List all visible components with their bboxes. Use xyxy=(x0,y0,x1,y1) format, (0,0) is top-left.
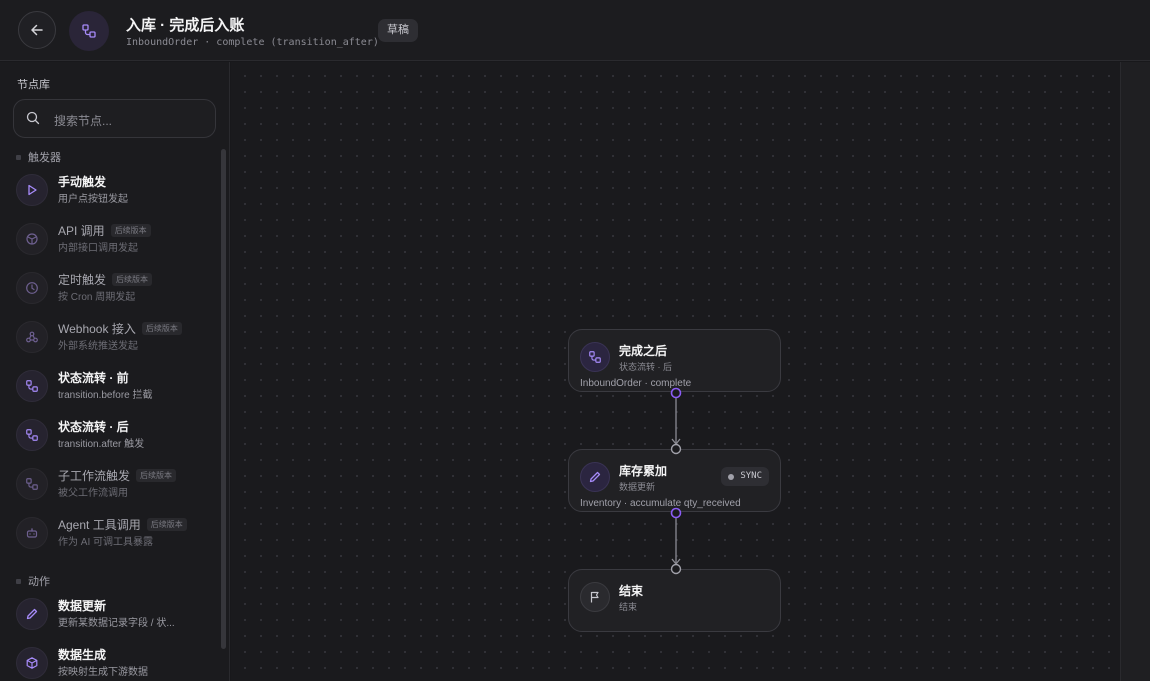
sidebar-scrollbar[interactable] xyxy=(221,149,226,649)
flag-icon xyxy=(580,582,610,612)
search-icon xyxy=(26,111,40,125)
sidebar-item-manual-trigger[interactable]: 手动触发 用户点按钮发起 xyxy=(16,170,216,210)
sidebar-item-transition-after[interactable]: 状态流转 · 后 transition.after 触发 xyxy=(16,415,216,455)
sync-badge: SYNC xyxy=(721,467,769,486)
status-badge: 草稿 xyxy=(378,19,418,42)
play-icon xyxy=(16,174,48,206)
later-version-tag: 后续版本 xyxy=(110,224,151,237)
sidebar-item-desc: 按 Cron 周期发起 xyxy=(58,292,136,303)
node-after-complete[interactable]: 完成之后 状态流转 · 后 InboundOrder · complete xyxy=(568,329,781,392)
node-title: 完成之后 xyxy=(619,344,668,358)
box-icon xyxy=(16,647,48,679)
search-placeholder: 搜索节点... xyxy=(54,114,113,128)
sidebar-item-label: 数据生成 xyxy=(58,648,107,662)
sidebar-item-label: 子工作流触发 后续版本 xyxy=(58,467,177,484)
node-title: 结束 xyxy=(619,584,644,598)
clock-icon xyxy=(16,272,48,304)
sidebar-item-label: 定时触发 后续版本 xyxy=(58,271,153,288)
page-title: 入库 · 完成后入账 xyxy=(126,17,245,34)
sidebar-item-data-update[interactable]: 数据更新 更新某数据记录字段 / 状... xyxy=(16,594,216,634)
node-end[interactable]: 结束 结束 xyxy=(568,569,781,632)
later-version-tag: 后续版本 xyxy=(146,518,187,531)
section-actions: 动作 xyxy=(16,573,50,589)
workflow-icon xyxy=(69,11,109,51)
sidebar-item-desc: 作为 AI 可调工具暴露 xyxy=(58,537,154,548)
sidebar-item-label: 状态流转 · 后 xyxy=(58,420,129,434)
webhook-icon xyxy=(16,321,48,353)
later-version-tag: 后续版本 xyxy=(141,322,182,335)
node-library-sidebar: 节点库 搜索节点... 触发器 手动触发 用户点按钮发起 API 调用 后续版本 … xyxy=(0,62,230,681)
sidebar-item-desc: 用户点按钮发起 xyxy=(58,194,128,205)
sidebar-item-desc: transition.before 拦截 xyxy=(58,390,153,401)
node-subtitle: 数据更新 xyxy=(619,482,656,492)
node-inventory-accumulate[interactable]: 库存累加 数据更新 SYNC Inventory · accumulate qt… xyxy=(568,449,781,512)
cube-icon xyxy=(16,223,48,255)
node-detail: InboundOrder · complete xyxy=(580,378,692,389)
sidebar-item-desc: 被父工作流调用 xyxy=(58,488,128,499)
sidebar-item-transition-before[interactable]: 状态流转 · 前 transition.before 拦截 xyxy=(16,366,216,406)
node-title: 库存累加 xyxy=(619,464,668,478)
sidebar-title: 节点库 xyxy=(17,79,50,91)
workflow-canvas[interactable]: 完成之后 状态流转 · 后 InboundOrder · complete 库存… xyxy=(231,62,1120,681)
back-button[interactable] xyxy=(18,11,56,49)
transition-icon xyxy=(16,419,48,451)
sidebar-item-subworkflow[interactable]: 子工作流触发 后续版本 被父工作流调用 xyxy=(16,464,216,504)
subflow-icon xyxy=(16,468,48,500)
pencil-icon xyxy=(16,598,48,630)
search-input[interactable]: 搜索节点... xyxy=(13,99,216,138)
sidebar-item-label: Webhook 接入 后续版本 xyxy=(58,320,182,337)
page-subtitle: InboundOrder · complete (transition_afte… xyxy=(126,37,379,48)
sidebar-item-label: 数据更新 xyxy=(58,599,107,613)
status-dot xyxy=(728,473,735,480)
sidebar-item-label: Agent 工具调用 后续版本 xyxy=(58,516,187,533)
section-triggers: 触发器 xyxy=(16,149,61,165)
robot-icon xyxy=(16,517,48,549)
top-bar: 入库 · 完成后入账 InboundOrder · complete (tran… xyxy=(0,0,1150,61)
sidebar-item-desc: 外部系统推送发起 xyxy=(58,341,138,352)
sidebar-item-scheduled-trigger[interactable]: 定时触发 后续版本 按 Cron 周期发起 xyxy=(16,268,216,308)
sidebar-item-label: 状态流转 · 前 xyxy=(58,371,129,385)
right-panel-collapsed xyxy=(1120,62,1150,681)
node-detail: Inventory · accumulate qty_received xyxy=(580,498,741,509)
node-subtitle: 状态流转 · 后 xyxy=(619,362,672,372)
pencil-icon xyxy=(580,462,610,492)
sidebar-item-label: 手动触发 xyxy=(58,175,107,189)
node-subtitle: 结束 xyxy=(619,602,638,612)
sidebar-item-api-call[interactable]: API 调用 后续版本 内部接口调用发起 xyxy=(16,219,216,259)
sidebar-item-agent-tool[interactable]: Agent 工具调用 后续版本 作为 AI 可调工具暴露 xyxy=(16,513,216,553)
sidebar-item-desc: transition.after 触发 xyxy=(58,439,145,450)
transition-icon xyxy=(580,342,610,372)
sidebar-item-desc: 按映射生成下游数据 xyxy=(58,667,148,678)
later-version-tag: 后续版本 xyxy=(112,273,153,286)
transition-icon xyxy=(16,370,48,402)
sidebar-item-desc: 更新某数据记录字段 / 状... xyxy=(58,618,175,629)
sidebar-item-data-generate[interactable]: 数据生成 按映射生成下游数据 xyxy=(16,643,216,681)
later-version-tag: 后续版本 xyxy=(136,469,177,482)
sidebar-item-label: API 调用 后续版本 xyxy=(58,222,151,239)
arrow-left-icon xyxy=(31,24,43,36)
sidebar-item-desc: 内部接口调用发起 xyxy=(58,243,138,254)
sidebar-item-webhook[interactable]: Webhook 接入 后续版本 外部系统推送发起 xyxy=(16,317,216,357)
